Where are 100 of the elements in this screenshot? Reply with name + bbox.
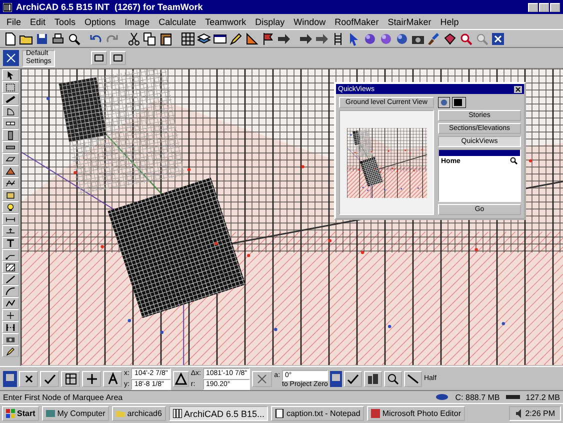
start-button[interactable]: Start <box>2 406 40 421</box>
menu-item[interactable]: Window <box>289 16 330 26</box>
origin-button[interactable] <box>252 370 272 386</box>
toolbox-button[interactable] <box>2 321 18 333</box>
coordinate-button[interactable] <box>82 370 101 386</box>
toolbox-button[interactable] <box>2 297 18 309</box>
menu-item[interactable]: File <box>2 16 26 26</box>
view-icon[interactable] <box>438 97 450 108</box>
toolbox-button[interactable] <box>2 333 18 345</box>
cross-icon <box>255 372 270 386</box>
grid-icon[interactable] <box>181 32 195 46</box>
toolbox-button[interactable] <box>2 213 18 225</box>
speaker-icon[interactable] <box>515 409 522 418</box>
taskbar-button[interactable]: caption.txt - Notepad <box>271 406 364 421</box>
zoom-icon[interactable] <box>459 32 473 46</box>
menu-item[interactable]: Image <box>120 16 154 26</box>
coordinate-button[interactable] <box>19 370 38 386</box>
minimize-button[interactable] <box>528 2 538 12</box>
layers-icon[interactable] <box>197 32 211 46</box>
close-icon[interactable] <box>514 86 522 92</box>
taskbar-button[interactable]: My Computer <box>42 406 110 421</box>
frame-button[interactable] <box>110 51 126 65</box>
menu-item[interactable]: RoofMaker <box>330 16 384 26</box>
arrow-right-icon[interactable] <box>315 32 329 46</box>
toolbox-button[interactable] <box>2 189 18 201</box>
coordinate-button[interactable] <box>103 370 122 386</box>
arc-icon <box>4 286 16 296</box>
sphere-icon[interactable] <box>379 32 393 46</box>
toolbox-button[interactable] <box>2 153 18 165</box>
taskbar-button[interactable]: archicad6 <box>112 406 166 421</box>
windows-logo-icon <box>6 409 15 418</box>
view-button[interactable] <box>364 370 382 386</box>
triangle-icon <box>174 372 188 386</box>
save-icon[interactable] <box>35 32 49 46</box>
view-button[interactable] <box>344 370 362 386</box>
close-button[interactable] <box>550 2 560 12</box>
arrow-right-icon[interactable] <box>299 32 313 46</box>
scissors-icon[interactable] <box>127 32 141 46</box>
fill-icon <box>4 262 16 272</box>
maximize-button[interactable] <box>539 2 549 12</box>
notepad-icon <box>275 409 284 418</box>
menu-item[interactable]: Teamwork <box>200 16 251 26</box>
view-button[interactable] <box>384 370 402 386</box>
window-icon[interactable] <box>213 32 227 46</box>
toolbox-button[interactable] <box>2 261 18 273</box>
toolbox-button[interactable] <box>2 237 18 249</box>
magnifier-icon <box>386 372 400 386</box>
clipboard-icon[interactable] <box>159 32 173 46</box>
frame-button[interactable] <box>91 51 108 65</box>
magnifier-icon <box>510 157 518 165</box>
menu-item[interactable]: Help <box>436 16 464 26</box>
door-icon <box>4 106 16 116</box>
menu-item[interactable]: Tools <box>50 16 80 26</box>
toolbox-button[interactable] <box>2 165 18 177</box>
printer-icon[interactable] <box>51 32 65 46</box>
menu-item[interactable]: Display <box>250 16 290 26</box>
arrow-right-icon[interactable] <box>277 32 291 46</box>
selection-box-icon[interactable] <box>3 50 19 66</box>
coordinate-button[interactable] <box>40 370 59 386</box>
close-icon[interactable] <box>491 32 505 46</box>
menu-item[interactable]: StairMaker <box>383 16 436 26</box>
toolbox-button[interactable] <box>2 225 18 237</box>
toolbox-button[interactable] <box>2 105 18 117</box>
delta-button[interactable] <box>172 370 189 386</box>
toolbox-button[interactable] <box>2 141 18 153</box>
menu-item[interactable]: Options <box>80 16 120 26</box>
view-button[interactable] <box>404 370 422 386</box>
brush-icon[interactable] <box>427 32 441 46</box>
toolbox-button[interactable] <box>2 177 18 189</box>
flag-icon[interactable] <box>261 32 275 46</box>
new-page-icon[interactable] <box>3 32 17 46</box>
selection-box-icon[interactable] <box>330 370 342 386</box>
menu-item[interactable]: Edit <box>26 16 50 26</box>
sphere-icon[interactable] <box>395 32 409 46</box>
taskbar-button[interactable]: ArchiCAD 6.5 B15... <box>168 406 268 421</box>
taskbar-button[interactable]: Microsoft Photo Editor <box>367 406 466 421</box>
selection-box-icon[interactable] <box>3 370 17 386</box>
toolbox-button[interactable] <box>2 69 18 81</box>
section-icon <box>4 322 16 332</box>
toolbox-button[interactable] <box>2 201 18 213</box>
toolbox-button[interactable] <box>2 345 18 357</box>
copy-icon[interactable] <box>143 32 157 46</box>
pencil-icon[interactable] <box>229 32 243 46</box>
toolbox-button[interactable] <box>2 93 18 105</box>
toolbox-button[interactable] <box>2 249 18 261</box>
text-icon <box>4 238 16 248</box>
toolbox-button[interactable] <box>2 309 18 321</box>
toolbox-button[interactable] <box>2 273 18 285</box>
coordinate-button[interactable] <box>61 370 80 386</box>
menu-item[interactable]: Calculate <box>154 16 201 26</box>
window-icon[interactable] <box>452 97 466 108</box>
triangle-ruler-icon[interactable] <box>245 32 259 46</box>
sphere-icon[interactable] <box>363 32 377 46</box>
letter-a-icon <box>106 372 120 386</box>
toolbox-button[interactable] <box>2 117 18 129</box>
toolbox-button[interactable] <box>2 285 18 297</box>
roof-icon <box>4 166 16 176</box>
toolbox-button[interactable] <box>2 81 18 93</box>
magnifier-icon[interactable] <box>67 32 81 46</box>
toolbox-button[interactable] <box>2 129 18 141</box>
